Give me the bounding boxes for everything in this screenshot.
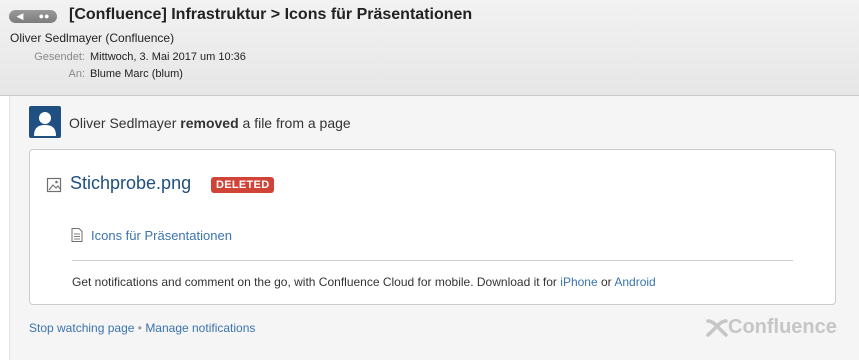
email-sender[interactable]: Oliver Sedlmayer (Confluence) xyxy=(10,31,174,45)
confluence-x-icon xyxy=(706,318,728,337)
sent-row: Gesendet: Mittwoch, 3. Mai 2017 um 10:36 xyxy=(10,51,246,63)
sent-label: Gesendet: xyxy=(34,51,85,63)
android-link[interactable]: Android xyxy=(614,275,655,289)
notification-headline: Oliver Sedlmayer removed a file from a p… xyxy=(69,115,351,131)
status-badge: DELETED xyxy=(211,177,275,193)
notification-card: Stichprobe.png DELETED Icons für Präsent… xyxy=(29,149,836,305)
iphone-link[interactable]: iPhone xyxy=(560,275,597,289)
stop-watching-link[interactable]: Stop watching page xyxy=(29,321,134,335)
footer-links: Stop watching page • Manage notification… xyxy=(29,321,255,335)
action-verb: removed xyxy=(180,115,239,131)
divider xyxy=(72,260,793,261)
page-link[interactable]: Icons für Präsentationen xyxy=(91,228,232,243)
mobile-promo-text: Get notifications and comment on the go,… xyxy=(72,275,557,289)
confluence-logo: Confluence xyxy=(706,316,837,339)
to-row: An: Blume Marc (blum) xyxy=(10,68,183,80)
or-text: or xyxy=(601,275,612,289)
confluence-wordmark: Confluence xyxy=(728,316,837,338)
actor-name: Oliver Sedlmayer xyxy=(69,115,177,131)
speech-bubbles-icon[interactable]: ●● xyxy=(39,10,50,23)
user-silhouette-icon xyxy=(34,112,56,136)
page-icon xyxy=(71,228,83,242)
action-rest: a file from a page xyxy=(242,115,351,131)
manage-notifications-link[interactable]: Manage notifications xyxy=(145,321,255,335)
back-arrow-icon[interactable]: ◀ xyxy=(17,10,24,23)
mobile-promo: Get notifications and comment on the go,… xyxy=(72,275,656,289)
email-header: ◀ ●● [Confluence] Infrastruktur > Icons … xyxy=(0,0,859,96)
to-label: An: xyxy=(68,68,85,80)
recipient[interactable]: Blume Marc (blum) xyxy=(90,68,183,80)
conversation-nav-button[interactable]: ◀ ●● xyxy=(9,10,57,23)
email-subject: [Confluence] Infrastruktur > Icons für P… xyxy=(69,6,473,23)
email-body: Oliver Sedlmayer removed a file from a p… xyxy=(9,96,859,360)
avatar[interactable] xyxy=(29,106,61,138)
separator-dot: • xyxy=(137,321,142,335)
file-title-link[interactable]: Stichprobe.png xyxy=(70,173,191,194)
sent-value: Mittwoch, 3. Mai 2017 um 10:36 xyxy=(90,51,246,63)
image-file-icon xyxy=(46,177,62,193)
